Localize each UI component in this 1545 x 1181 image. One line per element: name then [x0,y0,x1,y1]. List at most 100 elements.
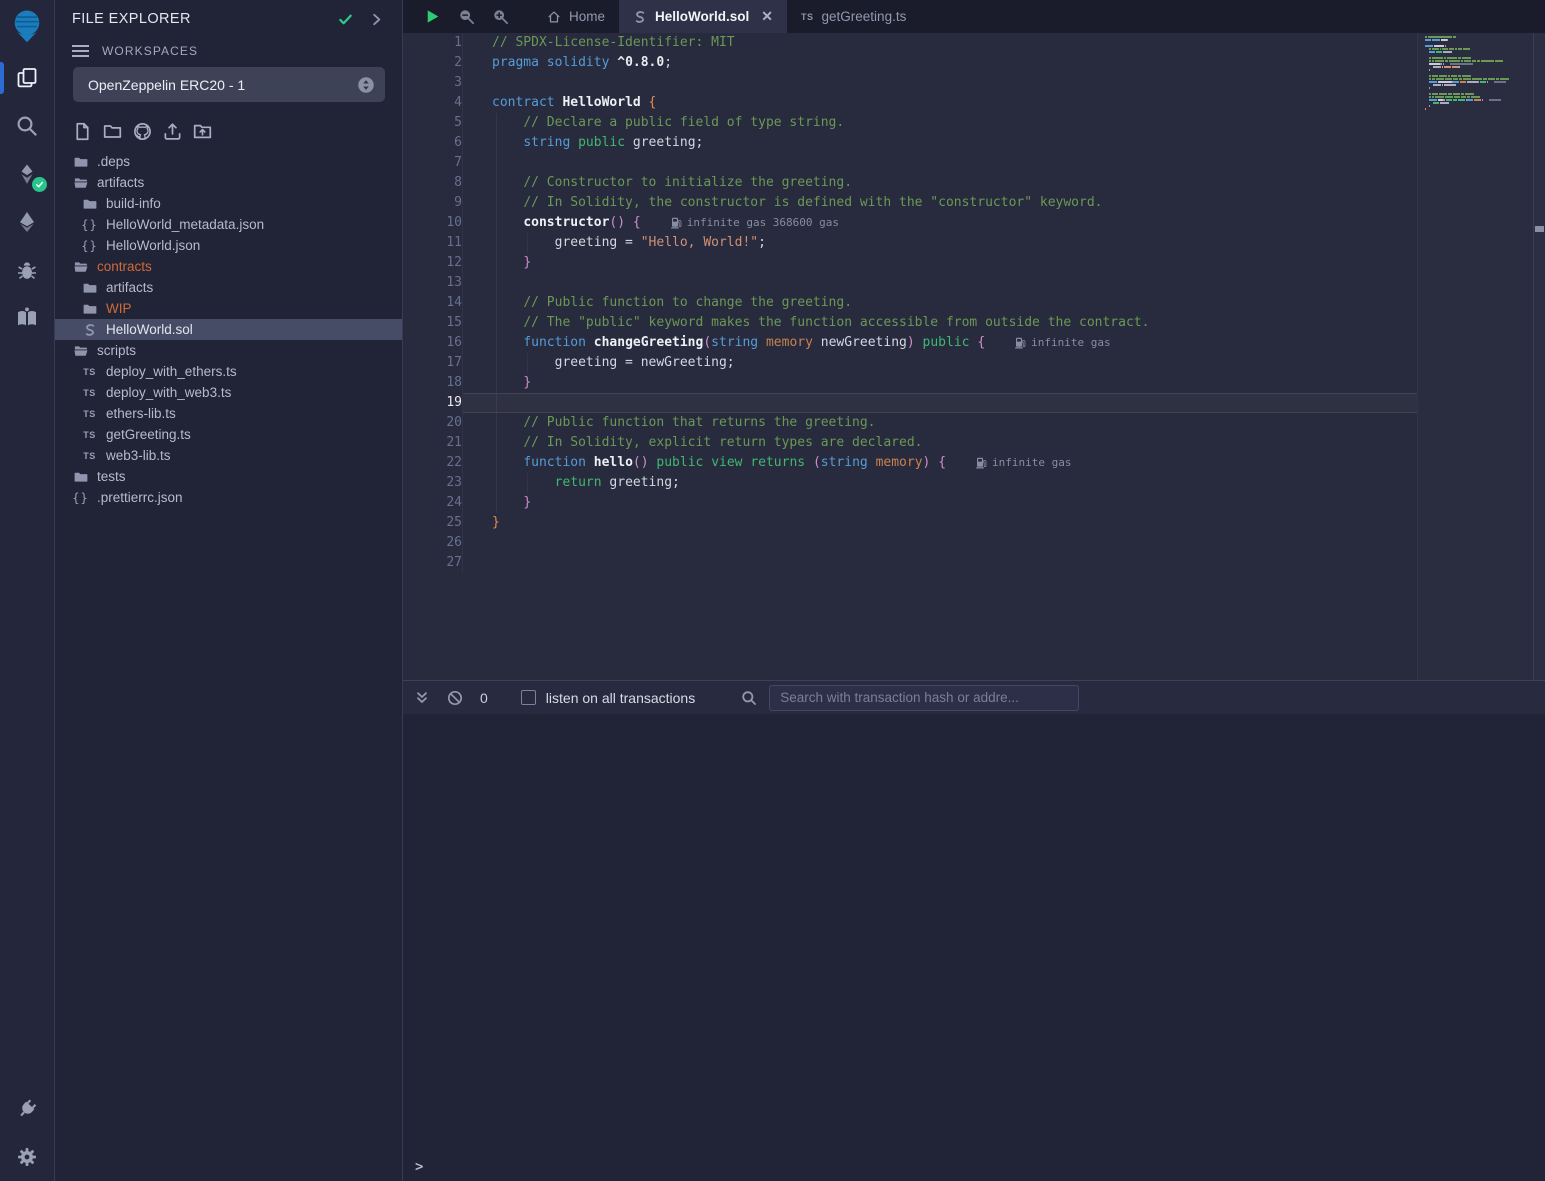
solidity-compiler-icon[interactable] [0,150,55,198]
new-file-icon[interactable] [73,122,92,141]
tree-item[interactable]: TSweb3-lib.ts [55,445,402,466]
line-content: // In Solidity, the constructor is defin… [463,193,1417,213]
scrollbar-marker [1535,226,1544,232]
zoom-in-button[interactable] [492,8,509,25]
deploy-run-icon[interactable] [0,198,55,246]
tree-item[interactable]: TSgetGreeting.ts [55,424,402,445]
tree-item[interactable]: TSethers-lib.ts [55,403,402,424]
plugin-manager-icon[interactable] [0,1085,55,1133]
code-line[interactable]: 20 // Public function that returns the g… [403,413,1417,433]
solidity-icon [633,10,647,24]
terminal-output[interactable]: > [403,714,1545,1181]
upload-folder-icon[interactable] [193,122,212,141]
github-icon[interactable] [133,122,152,141]
code-line[interactable]: 15 // The "public" keyword makes the fun… [403,313,1417,333]
code-line[interactable]: 10 constructor() {infinite gas 368600 ga… [403,213,1417,233]
learneth-icon[interactable] [0,294,55,342]
minimap[interactable] [1417,33,1533,680]
tree-item[interactable]: {}HelloWorld_metadata.json [55,214,402,235]
tree-item[interactable]: artifacts [55,172,402,193]
code-line[interactable]: 7 [403,153,1417,173]
editor-scrollbar[interactable] [1533,33,1545,680]
code-line[interactable]: 18 } [403,373,1417,393]
line-content: // In Solidity, explicit return types ar… [463,433,1417,453]
file-explorer-panel: FILE EXPLORER WORKSPACES OpenZeppelin ER… [55,0,403,1181]
code-editor[interactable]: 1// SPDX-License-Identifier: MIT2pragma … [403,33,1545,680]
expand-chevron-icon[interactable] [369,12,384,27]
tree-item[interactable]: build-info [55,193,402,214]
tree-item[interactable]: HelloWorld.sol [55,319,402,340]
code-line[interactable]: 25} [403,513,1417,533]
tree-item-label: web3-lib.ts [106,448,171,463]
code-line[interactable]: 17 greeting = newGreeting; [403,353,1417,373]
code-line[interactable]: 2pragma solidity ^0.8.0; [403,53,1417,73]
listen-transactions-checkbox[interactable] [521,690,536,705]
tree-item[interactable]: .deps [55,151,402,172]
clear-console-icon[interactable] [447,690,463,706]
code-line[interactable]: 12 } [403,253,1417,273]
tree-item-label: contracts [97,259,152,274]
remix-ide: FILE EXPLORER WORKSPACES OpenZeppelin ER… [0,0,1545,1181]
tree-item[interactable]: {}.prettierrc.json [55,487,402,508]
tree-item[interactable]: TSdeploy_with_ethers.ts [55,361,402,382]
transaction-search-input[interactable] [769,685,1079,711]
file-explorer-icon[interactable] [0,54,55,102]
tree-item[interactable]: TSdeploy_with_web3.ts [55,382,402,403]
code-line[interactable]: 5 // Declare a public field of type stri… [403,113,1417,133]
code-line[interactable]: 1// SPDX-License-Identifier: MIT [403,33,1417,53]
accept-check-icon[interactable] [338,12,353,27]
close-tab-icon[interactable]: ✕ [761,8,773,25]
line-number: 13 [403,273,463,293]
upload-file-icon[interactable] [163,122,182,141]
code-line[interactable]: 23 return greeting; [403,473,1417,493]
tree-item[interactable]: contracts [55,256,402,277]
tree-item[interactable]: {}HelloWorld.json [55,235,402,256]
tree-item[interactable]: WIP [55,298,402,319]
remix-logo-icon[interactable] [0,0,55,54]
code-line[interactable]: 24 } [403,493,1417,513]
new-folder-icon[interactable] [103,122,122,141]
code-line[interactable]: 3 [403,73,1417,93]
workspace-select[interactable]: OpenZeppelin ERC20 - 1 [73,67,385,102]
icon-bar-bottom [0,1085,55,1181]
tab-getgreeting-ts[interactable]: TSgetGreeting.ts [787,0,920,33]
run-script-button[interactable] [424,8,441,25]
line-number: 7 [403,153,463,173]
code-line[interactable]: 9 // In Solidity, the constructor is def… [403,193,1417,213]
debugger-icon[interactable] [0,246,55,294]
tree-item[interactable]: artifacts [55,277,402,298]
folder-icon [81,197,98,211]
code-line[interactable]: 19 [403,393,1417,413]
line-number: 4 [403,93,463,113]
code-line[interactable]: 21 // In Solidity, explicit return types… [403,433,1417,453]
code-line[interactable]: 16 function changeGreeting(string memory… [403,333,1417,353]
code-line[interactable]: 11 greeting = "Hello, World!"; [403,233,1417,253]
folder-open-icon [72,260,89,274]
zoom-out-button[interactable] [458,8,475,25]
code-line[interactable]: 8 // Constructor to initialize the greet… [403,173,1417,193]
code-line[interactable]: 27 [403,553,1417,573]
workspaces-menu-icon[interactable] [72,45,89,57]
line-content: greeting = newGreeting; [463,353,1417,373]
settings-icon[interactable] [0,1133,55,1181]
line-content: } [463,253,1417,273]
tree-item[interactable]: scripts [55,340,402,361]
line-content [463,73,1417,93]
code-line[interactable]: 22 function hello() public view returns … [403,453,1417,473]
line-number: 15 [403,313,463,333]
collapse-terminal-icon[interactable] [414,690,430,706]
file-explorer-header: FILE EXPLORER [55,0,402,27]
tab-helloworld-sol[interactable]: HelloWorld.sol✕ [619,0,787,33]
line-content: } [463,513,1417,533]
tree-item-label: getGreeting.ts [106,427,191,442]
code-line[interactable]: 4contract HelloWorld { [403,93,1417,113]
line-number: 23 [403,473,463,493]
code-line[interactable]: 14 // Public function to change the gree… [403,293,1417,313]
code-line[interactable]: 13 [403,273,1417,293]
tab-home[interactable]: Home [533,0,619,33]
code-line[interactable]: 6 string public greeting; [403,133,1417,153]
tree-item[interactable]: tests [55,466,402,487]
tree-item-label: deploy_with_ethers.ts [106,364,237,379]
code-line[interactable]: 26 [403,533,1417,553]
search-icon[interactable] [0,102,55,150]
